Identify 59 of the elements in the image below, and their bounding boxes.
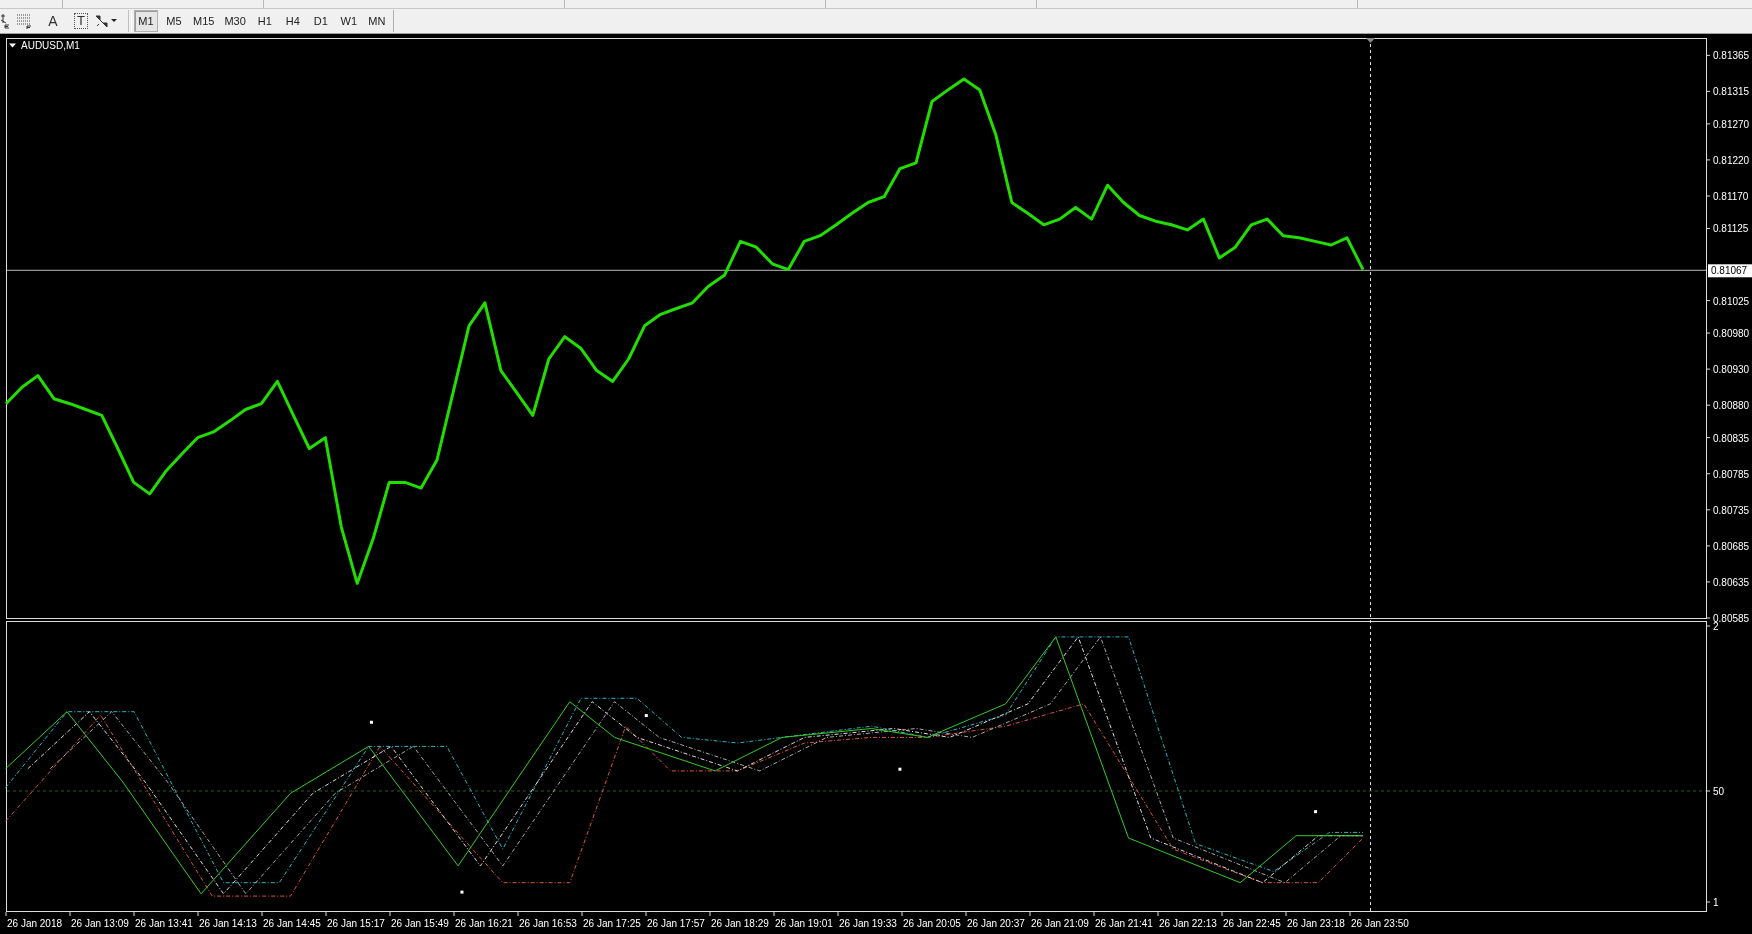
- time-axis-label: 26 Jan 17:25: [583, 918, 641, 929]
- text-tool[interactable]: A: [44, 10, 62, 32]
- arrows-icon[interactable]: [94, 13, 118, 29]
- timeframe-button[interactable]: H4: [280, 10, 305, 32]
- price-axis-label: 0.81315: [1713, 86, 1750, 98]
- time-axis-label: 26 Jan 22:45: [1223, 918, 1281, 929]
- crosshair-icon[interactable]: [0, 13, 10, 29]
- time-axis-label: 26 Jan 15:49: [391, 918, 449, 929]
- price-axis-label: 0.80635: [1713, 576, 1750, 588]
- shift-marker-icon[interactable]: [1366, 38, 1375, 43]
- price-axis-label: 0.81170: [1713, 191, 1749, 202]
- dropdown-icon[interactable]: [9, 43, 16, 48]
- timeframe-button[interactable]: M1: [134, 10, 158, 32]
- price-axis-label: 0.80785: [1713, 468, 1750, 480]
- current-price-label: 0.81067: [1708, 264, 1752, 278]
- time-axis-label: 26 Jan 16:21: [455, 918, 513, 929]
- time-axis-label: 26 Jan 17:57: [647, 918, 705, 929]
- time-axis-label: 26 Jan 13:09: [71, 918, 129, 929]
- price-axis-label: 0.81125: [1713, 223, 1749, 235]
- indicator-axis-label: 2: [1713, 621, 1719, 632]
- price-axis-label: 0.80685: [1713, 540, 1750, 552]
- time-axis-label: 26 Jan 23:50: [1351, 918, 1409, 929]
- timeframe-button[interactable]: MN: [364, 10, 389, 32]
- horizontal-lines-icon[interactable]: [16, 13, 32, 29]
- price-axis-label: 0.80735: [1713, 504, 1750, 516]
- time-axis-label: 26 Jan 22:13: [1159, 918, 1217, 929]
- price-axis-label: 0.80585: [1713, 613, 1750, 624]
- time-axis-label: 26 Jan 18:29: [711, 918, 769, 929]
- timeframe-button[interactable]: M30: [221, 10, 249, 32]
- timeframe-button[interactable]: D1: [308, 10, 333, 32]
- price-axis-label: 0.81220: [1713, 154, 1750, 166]
- price-axis-label: 0.80835: [1713, 432, 1750, 444]
- time-axis-label: 26 Jan 20:05: [903, 918, 961, 929]
- time-axis-label: 26 Jan 16:53: [519, 918, 577, 929]
- time-axis-label: 26 Jan 19:01: [775, 918, 833, 929]
- time-axis-label: 26 Jan 2018: [7, 918, 63, 929]
- indicator-axis-label: 1: [1713, 897, 1719, 908]
- price-axis-label: 0.81270: [1713, 118, 1750, 130]
- price-axis-label: 0.80980: [1713, 328, 1750, 340]
- text-label-tool[interactable]: T: [74, 13, 88, 29]
- timeframe-button[interactable]: M5: [162, 10, 186, 32]
- time-axis-label: 26 Jan 15:17: [327, 918, 385, 929]
- indicator-axis-label: 50: [1713, 786, 1725, 797]
- timeframe-button[interactable]: M15: [190, 10, 218, 32]
- price-axis-label: 0.81025: [1713, 295, 1750, 307]
- time-axis-label: 26 Jan 21:41: [1095, 918, 1153, 929]
- chart-symbol-label: AUDUSD,M1: [21, 40, 80, 51]
- timeframe-button[interactable]: W1: [336, 10, 361, 32]
- time-axis-label: 26 Jan 14:13: [199, 918, 257, 929]
- price-axis-label: 0.80880: [1713, 400, 1750, 412]
- timeframe-button[interactable]: H1: [252, 10, 277, 32]
- time-axis-label: 26 Jan 20:37: [967, 918, 1025, 929]
- time-axis-label: 26 Jan 14:45: [263, 918, 321, 929]
- time-axis-label: 26 Jan 21:09: [1031, 918, 1089, 929]
- time-axis-label: 26 Jan 19:33: [839, 918, 897, 929]
- time-axis-label: 26 Jan 23:18: [1287, 918, 1345, 929]
- price-axis-label: 0.81365: [1713, 50, 1750, 62]
- price-axis-label: 0.80930: [1713, 364, 1750, 376]
- time-axis-label: 26 Jan 13:41: [135, 918, 193, 929]
